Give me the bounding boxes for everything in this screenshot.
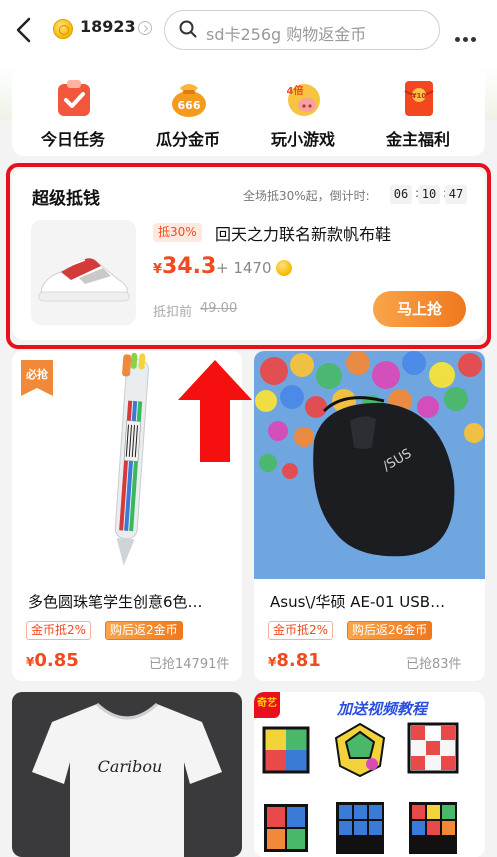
chevron-right-icon[interactable] bbox=[138, 21, 152, 35]
product-title: Asus\/华硕 AE-01 USB… bbox=[270, 593, 446, 611]
product-price: ¥8.81 bbox=[268, 650, 321, 671]
cashback-tag: 购后返26金币 bbox=[347, 621, 433, 640]
sold-count: 已抢14791件 bbox=[149, 657, 230, 672]
task-label: 玩小游戏 bbox=[270, 130, 335, 149]
task-label: 金主福利 bbox=[385, 130, 450, 149]
task-welfare[interactable]: ¥10 金主福利 bbox=[363, 76, 473, 152]
coin-bag-badge: 666 bbox=[178, 99, 201, 112]
sold-count: 已抢83件 bbox=[406, 657, 462, 672]
product-card-mouse[interactable]: /SUS Asus\/华硕 AE-01 USB… 金币抵2% 购后返26金币 ¥… bbox=[254, 351, 485, 681]
coin-discount-tag: 金币抵2% bbox=[268, 621, 334, 640]
search-input[interactable]: sd卡256g 购物返金币 bbox=[164, 10, 440, 50]
product-title: 多色圆珠笔学生创意6色… bbox=[28, 593, 203, 611]
promo-banner-text: 加送视频教程 bbox=[337, 700, 428, 718]
must-grab-badge: 必抢 bbox=[26, 368, 48, 381]
product-card-tshirt[interactable]: Caribou bbox=[12, 692, 242, 857]
arrow-up-icon bbox=[178, 360, 252, 462]
red-envelope-icon: ¥10 bbox=[404, 81, 434, 116]
more-options-icon[interactable] bbox=[455, 27, 481, 42]
product-image-tshirt: Caribou bbox=[12, 692, 242, 857]
brand-corner-badge: 奇艺 bbox=[254, 692, 280, 718]
game-pig-icon: 4倍 bbox=[287, 84, 320, 116]
product-card-rubik[interactable]: 奇艺 加送视频教程 bbox=[254, 692, 485, 857]
clipboard-check-icon bbox=[58, 80, 90, 116]
task-coins[interactable]: 666 瓜分金币 bbox=[133, 76, 243, 152]
coin-count[interactable]: 18923 bbox=[80, 17, 136, 36]
cashback-tag: 购后返2金币 bbox=[105, 621, 183, 640]
task-daily[interactable]: 今日任务 bbox=[18, 76, 128, 152]
product-image-mouse: /SUS bbox=[254, 351, 485, 579]
task-label: 今日任务 bbox=[40, 130, 105, 149]
envelope-badge: ¥10 bbox=[412, 92, 427, 100]
back-arrow-icon[interactable] bbox=[12, 14, 36, 46]
coin-bag-icon: 666 bbox=[172, 84, 206, 117]
highlight-frame bbox=[6, 163, 491, 349]
search-placeholder: sd卡256g 购物返金币 bbox=[206, 25, 367, 44]
svg-text:Caribou: Caribou bbox=[98, 757, 163, 776]
task-game[interactable]: 4倍 玩小游戏 bbox=[248, 76, 358, 152]
header-bar: 18923 sd卡256g 购物返金币 bbox=[0, 0, 497, 60]
coin-discount-tag: 金币抵2% bbox=[26, 621, 92, 640]
game-badge: 4倍 bbox=[287, 84, 304, 97]
product-price: ¥0.85 bbox=[26, 650, 79, 671]
task-row: 今日任务 666 瓜分金币 4倍 玩小游戏 ¥10 金主福利 bbox=[12, 66, 485, 156]
coin-icon[interactable] bbox=[53, 19, 73, 39]
search-icon bbox=[179, 20, 197, 38]
task-label: 瓜分金币 bbox=[155, 130, 220, 149]
